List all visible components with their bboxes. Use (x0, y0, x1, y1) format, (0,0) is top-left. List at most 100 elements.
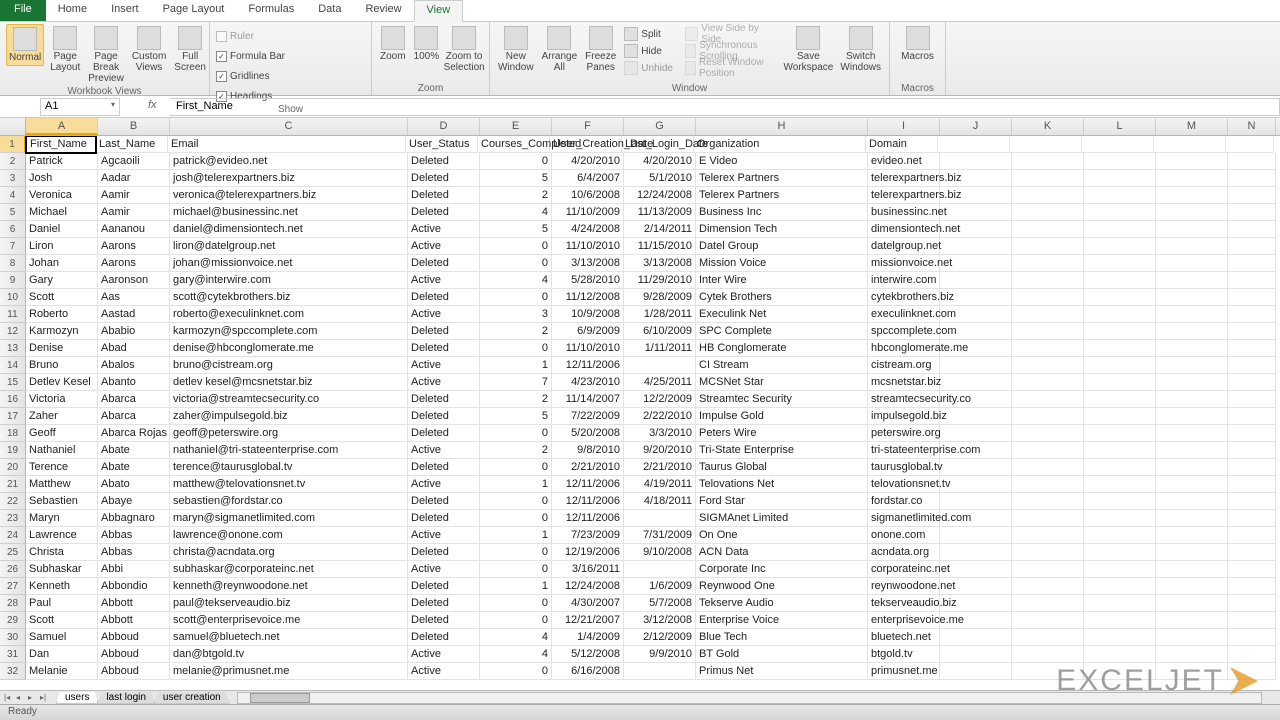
select-all-corner[interactable] (0, 118, 26, 135)
cell[interactable]: Deleted (408, 340, 480, 357)
cell[interactable]: Johan (26, 255, 98, 272)
cell[interactable] (624, 561, 696, 578)
cell[interactable]: Abaye (98, 493, 170, 510)
cell[interactable] (940, 374, 1012, 391)
cell[interactable]: BT Gold (696, 646, 868, 663)
cell[interactable]: cistream.org (868, 357, 940, 374)
cell[interactable]: matthew@telovationsnet.tv (170, 476, 408, 493)
cell[interactable]: 4/18/2011 (624, 493, 696, 510)
cell[interactable] (940, 459, 1012, 476)
row-header[interactable]: 32 (0, 663, 26, 680)
freeze-panes-button[interactable]: FreezePanes (583, 24, 618, 75)
cell[interactable]: 4 (480, 629, 552, 646)
cell[interactable]: victoria@streamtecsecurity.co (170, 391, 408, 408)
cell[interactable]: Active (408, 646, 480, 663)
cell[interactable]: 9/28/2009 (624, 289, 696, 306)
cell[interactable]: MCSNet Star (696, 374, 868, 391)
cell[interactable]: detlev kesel@mcsnetstar.biz (170, 374, 408, 391)
cell[interactable]: Deleted (408, 204, 480, 221)
cell[interactable]: 0 (480, 289, 552, 306)
cell[interactable]: businessinc.net (868, 204, 940, 221)
cell[interactable]: Active (408, 238, 480, 255)
cell[interactable] (1084, 595, 1156, 612)
cell[interactable] (1012, 442, 1084, 459)
macros-button[interactable]: Macros (896, 24, 939, 64)
cell[interactable]: acndata.org (868, 544, 940, 561)
cell[interactable]: HB Conglomerate (696, 340, 868, 357)
cell[interactable]: sebastien@fordstar.co (170, 493, 408, 510)
cell[interactable]: Subhaskar (26, 561, 98, 578)
column-header-D[interactable]: D (408, 118, 480, 135)
cell[interactable]: dimensiontech.net (868, 221, 940, 238)
cell[interactable]: 10/6/2008 (552, 187, 624, 204)
cell[interactable]: terence@taurusglobal.tv (170, 459, 408, 476)
cell[interactable]: Scott (26, 289, 98, 306)
cell[interactable]: michael@businessinc.net (170, 204, 408, 221)
row-header[interactable]: 17 (0, 408, 26, 425)
cell[interactable] (940, 204, 1012, 221)
cell[interactable] (1084, 340, 1156, 357)
cell[interactable]: daniel@dimensiontech.net (170, 221, 408, 238)
cell[interactable] (1156, 612, 1228, 629)
cell[interactable]: 2 (480, 323, 552, 340)
cell[interactable]: bruno@cistream.org (170, 357, 408, 374)
cell[interactable] (1084, 357, 1156, 374)
cell[interactable]: Deleted (408, 612, 480, 629)
cell[interactable] (1154, 136, 1226, 153)
cell[interactable] (1012, 170, 1084, 187)
cell[interactable]: 4/24/2008 (552, 221, 624, 238)
cell[interactable]: Deleted (408, 408, 480, 425)
cell[interactable]: 6/10/2009 (624, 323, 696, 340)
cell[interactable] (940, 646, 1012, 663)
cell[interactable] (940, 442, 1012, 459)
cell[interactable] (1156, 408, 1228, 425)
cell[interactable]: Deleted (408, 153, 480, 170)
row-header[interactable]: 23 (0, 510, 26, 527)
cell[interactable]: missionvoice.net (868, 255, 940, 272)
column-header-A[interactable]: A (26, 118, 98, 135)
cell[interactable] (1228, 221, 1276, 238)
cell[interactable] (1084, 289, 1156, 306)
page-layout-button[interactable]: PageLayout (48, 24, 82, 75)
cell[interactable]: 0 (480, 510, 552, 527)
cell[interactable]: Telovations Net (696, 476, 868, 493)
cell[interactable]: 0 (480, 612, 552, 629)
cell[interactable] (1228, 510, 1276, 527)
zoom-to-selection-button[interactable]: Zoom toSelection (445, 24, 483, 75)
cell[interactable] (1228, 578, 1276, 595)
row-header[interactable]: 11 (0, 306, 26, 323)
cell[interactable]: Abbas (98, 527, 170, 544)
cell[interactable]: Mission Voice (696, 255, 868, 272)
cell[interactable]: Abbott (98, 595, 170, 612)
cell[interactable]: Karmozyn (26, 323, 98, 340)
column-header-L[interactable]: L (1084, 118, 1156, 135)
cell[interactable] (940, 323, 1012, 340)
cell[interactable]: subhaskar@corporateinc.net (170, 561, 408, 578)
row-header[interactable]: 20 (0, 459, 26, 476)
cell[interactable]: roberto@execulinknet.com (170, 306, 408, 323)
cell[interactable]: Kenneth (26, 578, 98, 595)
cell[interactable]: 11/13/2009 (624, 204, 696, 221)
cell[interactable]: 4/25/2011 (624, 374, 696, 391)
cell[interactable] (1012, 187, 1084, 204)
cell[interactable]: telovationsnet.tv (868, 476, 940, 493)
cell[interactable]: Maryn (26, 510, 98, 527)
cell[interactable] (940, 306, 1012, 323)
cell[interactable] (1012, 459, 1084, 476)
cell[interactable]: Taurus Global (696, 459, 868, 476)
row-header[interactable]: 31 (0, 646, 26, 663)
cell[interactable] (1156, 238, 1228, 255)
cell[interactable]: Daniel (26, 221, 98, 238)
cell[interactable]: Streamtec Security (696, 391, 868, 408)
cell[interactable]: 12/11/2006 (552, 476, 624, 493)
cell[interactable]: Terence (26, 459, 98, 476)
cell[interactable] (1084, 306, 1156, 323)
cell[interactable] (1228, 187, 1276, 204)
cell[interactable]: Ababio (98, 323, 170, 340)
switch-windows-button[interactable]: SwitchWindows (838, 24, 883, 75)
new-window-button[interactable]: NewWindow (496, 24, 536, 75)
cell[interactable] (1156, 289, 1228, 306)
cell[interactable] (940, 476, 1012, 493)
cell[interactable]: melanie@primusnet.me (170, 663, 408, 680)
cell[interactable]: Geoff (26, 425, 98, 442)
